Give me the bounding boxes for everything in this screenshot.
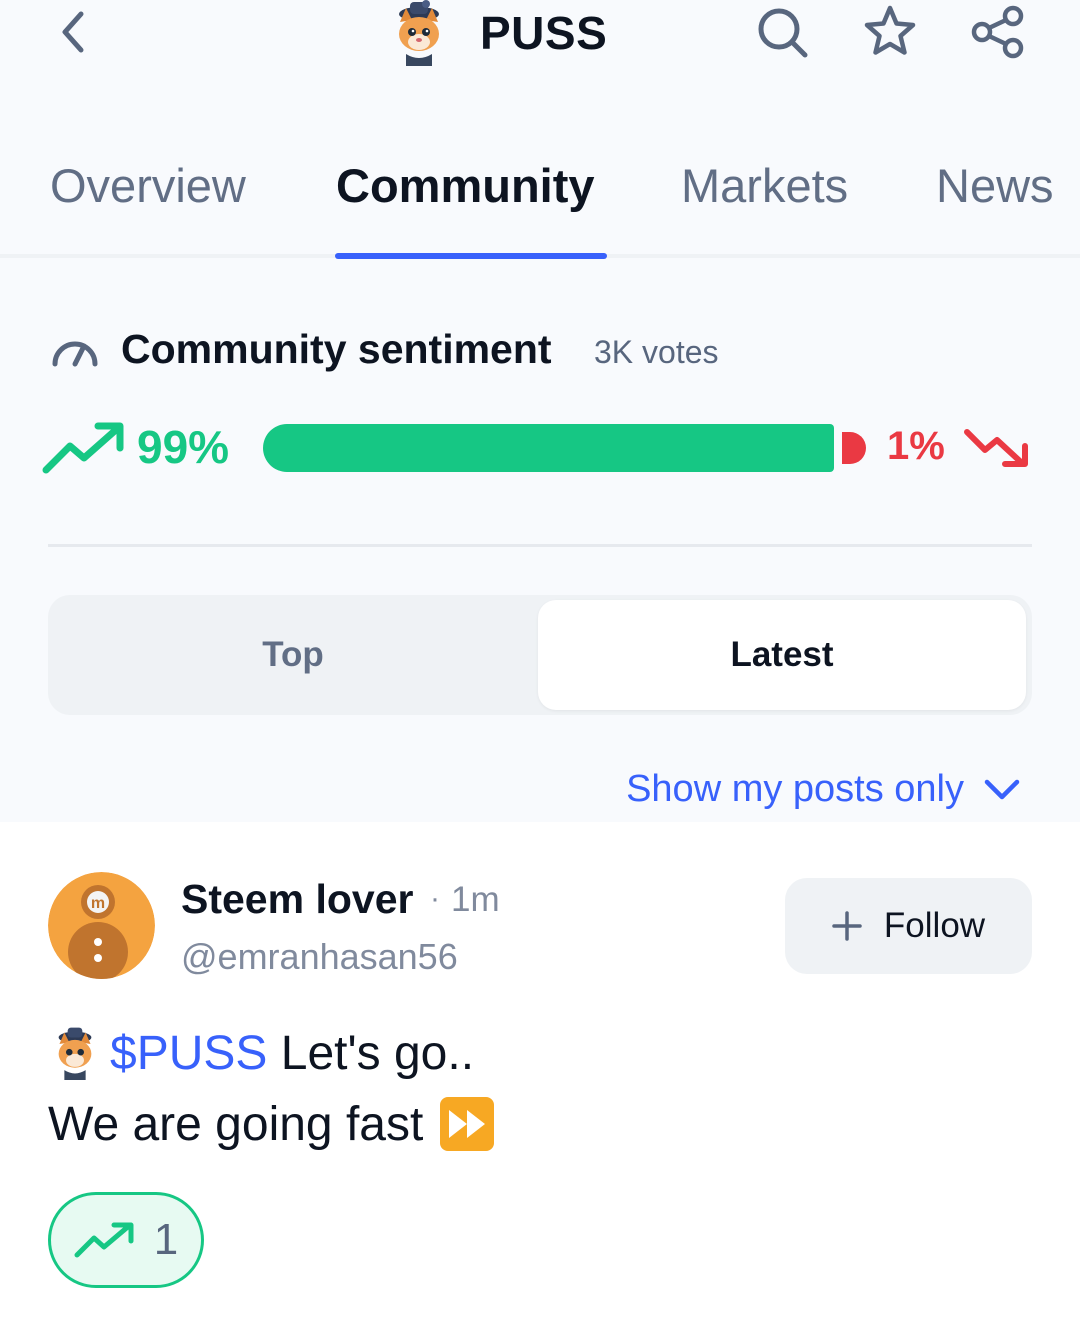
gauge-icon bbox=[52, 341, 98, 367]
fast-forward-icon bbox=[440, 1097, 495, 1151]
gingerbread-avatar-image: m bbox=[48, 872, 155, 979]
feed-latest-button[interactable]: Latest bbox=[538, 600, 1026, 710]
tab-community[interactable]: Community bbox=[336, 158, 595, 213]
follow-button[interactable]: Follow bbox=[785, 878, 1032, 974]
post-body-line-2: We are going fast bbox=[48, 1092, 495, 1156]
follow-label: Follow bbox=[883, 906, 986, 945]
sentiment-votes: 3K votes bbox=[594, 334, 719, 370]
separator-dot: · bbox=[430, 882, 440, 915]
chevron-down-icon bbox=[984, 779, 1020, 799]
star-icon bbox=[864, 5, 916, 55]
feed-toggle: Top Latest bbox=[48, 595, 1032, 715]
plus-icon bbox=[832, 911, 862, 941]
cat-coin-icon bbox=[58, 1027, 92, 1080]
bullish-reaction-button[interactable]: 1 bbox=[48, 1192, 204, 1288]
bullish-bar bbox=[263, 424, 834, 472]
post-body-line-1: $PUSS Let's go.. bbox=[48, 1022, 474, 1084]
bullish-count: 1 bbox=[153, 1215, 179, 1264]
sentiment-bar bbox=[263, 424, 866, 472]
tab-markets[interactable]: Markets bbox=[681, 158, 848, 213]
post-author-name[interactable]: Steem lover bbox=[181, 876, 413, 923]
post-author-handle[interactable]: @emranhasan56 bbox=[181, 936, 458, 978]
post-time: 1m bbox=[451, 880, 500, 919]
bearish-percent: 1% bbox=[887, 424, 945, 468]
search-icon bbox=[758, 8, 808, 58]
trending-up-icon bbox=[74, 1222, 134, 1258]
tab-bar: Overview Community Markets News bbox=[0, 150, 1080, 260]
active-tab-indicator bbox=[335, 253, 607, 259]
feed-top-button[interactable]: Top bbox=[48, 595, 538, 715]
show-my-posts-dropdown[interactable]: Show my posts only bbox=[626, 768, 1020, 811]
bullish-percent: 99% bbox=[137, 421, 230, 473]
watchlist-star-button[interactable] bbox=[862, 4, 918, 60]
cashtag-link[interactable]: $PUSS bbox=[110, 1026, 267, 1081]
avatar[interactable]: m bbox=[48, 872, 155, 979]
trending-up-icon bbox=[42, 422, 124, 474]
chevron-left-icon bbox=[62, 11, 84, 53]
svg-text:m: m bbox=[91, 895, 105, 912]
show-my-posts-label: Show my posts only bbox=[626, 768, 964, 810]
coin-header: PUSS bbox=[386, 0, 607, 66]
search-button[interactable] bbox=[754, 4, 810, 60]
trending-down-icon bbox=[964, 429, 1028, 467]
section-divider bbox=[48, 544, 1032, 547]
bearish-bar bbox=[842, 432, 866, 464]
sentiment-title: Community sentiment bbox=[121, 326, 552, 372]
page-title: PUSS bbox=[480, 7, 608, 59]
share-icon bbox=[971, 5, 1024, 59]
tab-overview[interactable]: Overview bbox=[50, 158, 246, 213]
cat-coin-logo bbox=[399, 0, 439, 66]
post-text-line-1: Let's go.. bbox=[267, 1026, 475, 1080]
back-button[interactable] bbox=[50, 8, 94, 56]
share-button[interactable] bbox=[970, 4, 1026, 60]
post-text-line-2: We are going fast bbox=[48, 1097, 424, 1151]
tab-news[interactable]: News bbox=[936, 158, 1054, 213]
